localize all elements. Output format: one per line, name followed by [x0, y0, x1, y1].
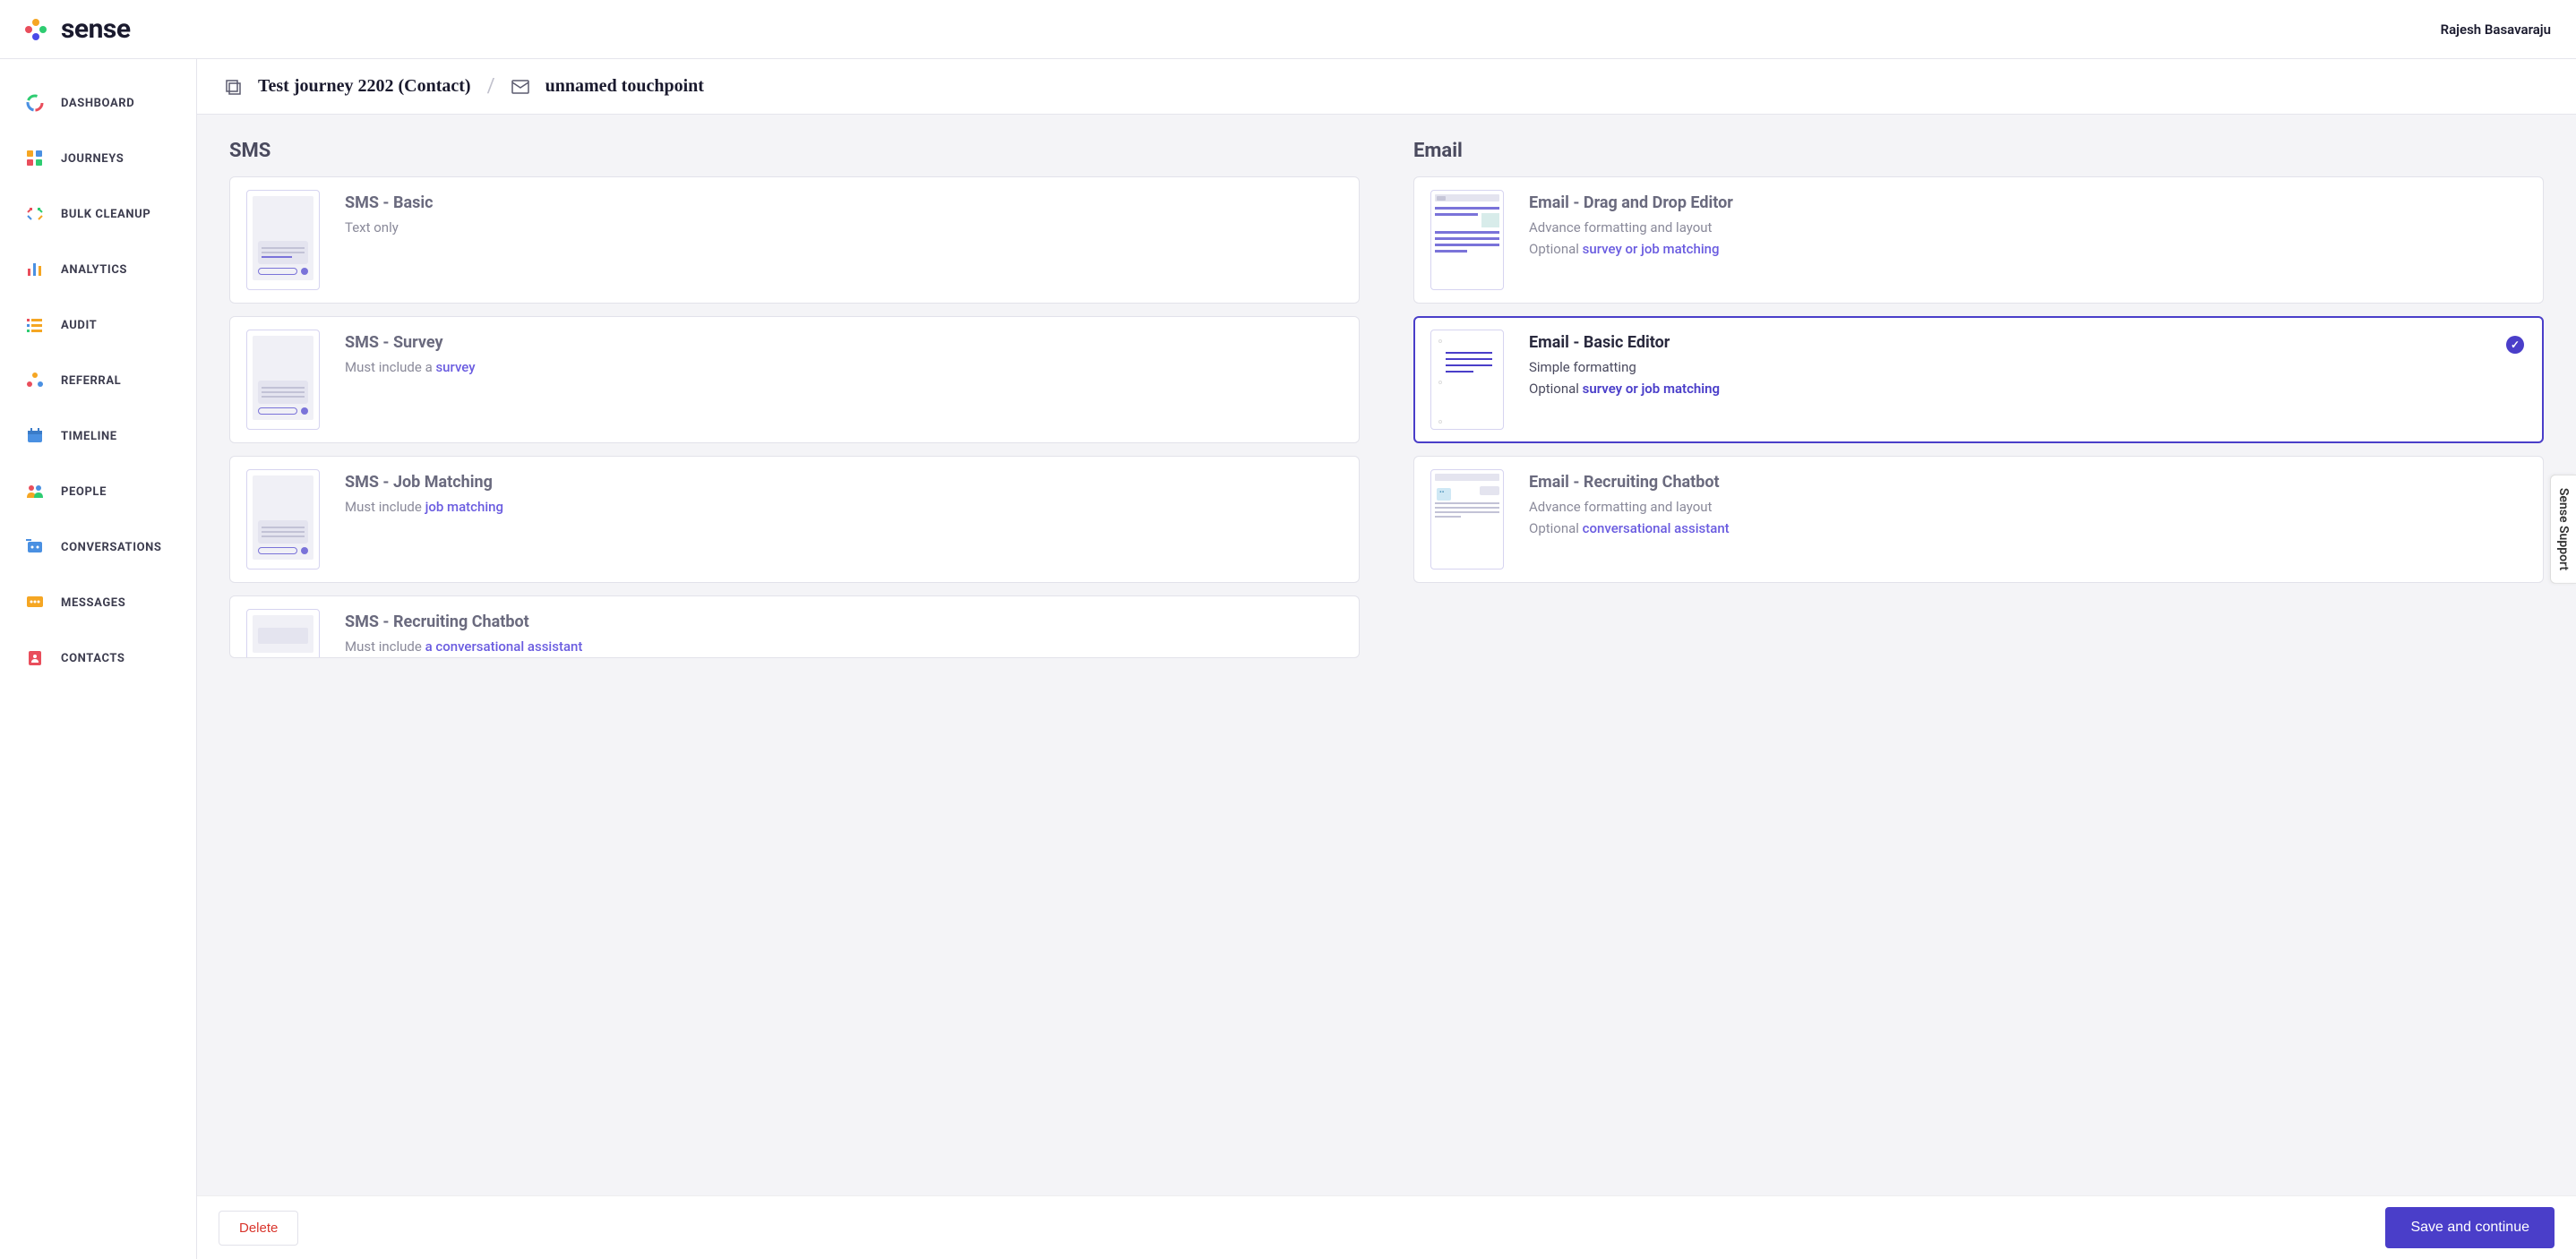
card-optional: Optional survey or job matching [1529, 241, 2527, 257]
sidebar-item-label: REFERRAL [61, 374, 121, 388]
sms-column-title: SMS [229, 140, 1360, 162]
footer: Delete Save and continue [197, 1195, 2576, 1259]
card-title: SMS - Basic [345, 193, 1343, 212]
card-email-drag-drop[interactable]: Email - Drag and Drop Editor Advance for… [1413, 176, 2544, 304]
breadcrumb-touchpoint[interactable]: unnamed touchpoint [545, 76, 704, 97]
card-sms-survey[interactable]: SMS - Survey Must include a survey [229, 316, 1360, 443]
audit-icon [25, 315, 45, 335]
card-title: SMS - Job Matching [345, 473, 1343, 492]
sms-column: SMS SMS - Basic Text only [229, 140, 1360, 1195]
sidebar-item-conversations[interactable]: CONVERSATIONS [0, 519, 196, 575]
timeline-icon [25, 426, 45, 446]
logo-icon [25, 17, 50, 42]
messages-icon [25, 593, 45, 612]
sidebar-item-messages[interactable]: MESSAGES [0, 575, 196, 630]
content-area: SMS SMS - Basic Text only [197, 115, 2576, 1195]
conversations-icon [25, 537, 45, 557]
card-title: Email - Recruiting Chatbot [1529, 473, 2527, 492]
breadcrumb-separator: / [487, 75, 495, 98]
card-sms-job-matching[interactable]: SMS - Job Matching Must include job matc… [229, 456, 1360, 583]
sidebar-item-label: CONVERSATIONS [61, 541, 162, 554]
breadcrumb: Test journey 2202 (Contact) / unnamed to… [197, 59, 2576, 115]
delete-button[interactable]: Delete [219, 1211, 298, 1246]
card-description: Advance formatting and layout [1529, 219, 2527, 236]
sidebar-item-label: JOURNEYS [61, 152, 124, 166]
sidebar-item-label: PEOPLE [61, 485, 107, 499]
sidebar-item-journeys[interactable]: JOURNEYS [0, 131, 196, 186]
contacts-icon [25, 648, 45, 668]
journeys-icon [25, 149, 45, 168]
dashboard-icon [25, 93, 45, 113]
card-sms-recruiting-chatbot[interactable]: SMS - Recruiting Chatbot Must include a … [229, 595, 1360, 658]
card-title: Email - Basic Editor [1529, 333, 2527, 352]
card-title: Email - Drag and Drop Editor [1529, 193, 2527, 212]
email-column: Email [1413, 140, 2544, 1195]
sidebar-item-timeline[interactable]: TIMELINE [0, 408, 196, 464]
referral-icon [25, 371, 45, 390]
card-email-basic-editor[interactable]: Email - Basic Editor Simple formatting O… [1413, 316, 2544, 443]
thumb-email-drag-drop [1430, 190, 1504, 290]
thumb-sms-job-matching [246, 469, 320, 570]
survey-link: survey [435, 359, 475, 375]
survey-job-link: survey or job matching [1583, 381, 1720, 397]
sidebar-item-audit[interactable]: AUDIT [0, 297, 196, 353]
people-icon [25, 482, 45, 501]
sidebar-item-people[interactable]: PEOPLE [0, 464, 196, 519]
card-sms-basic[interactable]: SMS - Basic Text only [229, 176, 1360, 304]
sidebar: DASHBOARD JOURNEYS BULK CLEANUP ANALYTIC… [0, 59, 197, 1259]
sidebar-item-referral[interactable]: REFERRAL [0, 353, 196, 408]
brand-name: sense [61, 13, 131, 45]
breadcrumb-journey[interactable]: Test journey 2202 (Contact) [258, 76, 471, 97]
thumb-sms-basic [246, 190, 320, 290]
conversational-link: conversational assistant [1583, 520, 1730, 536]
sidebar-item-bulk-cleanup[interactable]: BULK CLEANUP [0, 186, 196, 242]
card-title: SMS - Survey [345, 333, 1343, 352]
user-menu[interactable]: Rajesh Basavaraju [2441, 21, 2551, 38]
card-description: Must include a conversational assistant [345, 638, 1343, 655]
envelope-icon [511, 80, 529, 94]
sidebar-item-label: TIMELINE [61, 430, 117, 443]
sidebar-item-label: AUDIT [61, 319, 97, 332]
sidebar-item-label: BULK CLEANUP [61, 208, 150, 221]
thumb-email-chatbot [1430, 469, 1504, 570]
card-email-recruiting-chatbot[interactable]: Email - Recruiting Chatbot Advance forma… [1413, 456, 2544, 583]
analytics-icon [25, 260, 45, 279]
conversational-link: a conversational assistant [425, 638, 583, 655]
bulk-cleanup-icon [25, 204, 45, 224]
survey-job-link: survey or job matching [1583, 241, 1720, 257]
card-optional: Optional survey or job matching [1529, 381, 2527, 397]
sidebar-item-analytics[interactable]: ANALYTICS [0, 242, 196, 297]
sidebar-item-label: ANALYTICS [61, 263, 127, 277]
card-description: Advance formatting and layout [1529, 499, 2527, 515]
thumb-email-basic [1430, 330, 1504, 430]
sidebar-item-dashboard[interactable]: DASHBOARD [0, 75, 196, 131]
checkmark-icon [2506, 336, 2524, 354]
brand-logo[interactable]: sense [25, 13, 131, 45]
stack-icon [224, 78, 242, 96]
sidebar-item-label: CONTACTS [61, 652, 125, 665]
card-description: Text only [345, 219, 1343, 236]
job-matching-link: job matching [425, 499, 503, 515]
card-title: SMS - Recruiting Chatbot [345, 612, 1343, 631]
card-description: Simple formatting [1529, 359, 2527, 375]
sidebar-item-label: MESSAGES [61, 596, 125, 610]
thumb-sms-chatbot [246, 609, 320, 658]
card-optional: Optional conversational assistant [1529, 520, 2527, 536]
card-description: Must include a survey [345, 359, 1343, 375]
sidebar-item-label: DASHBOARD [61, 97, 134, 110]
email-column-title: Email [1413, 140, 2544, 162]
support-tab[interactable]: Sense Support [2550, 474, 2576, 583]
sidebar-item-contacts[interactable]: CONTACTS [0, 630, 196, 686]
save-and-continue-button[interactable]: Save and continue [2385, 1207, 2555, 1248]
topbar: sense Rajesh Basavaraju [0, 0, 2576, 59]
thumb-sms-survey [246, 330, 320, 430]
card-description: Must include job matching [345, 499, 1343, 515]
